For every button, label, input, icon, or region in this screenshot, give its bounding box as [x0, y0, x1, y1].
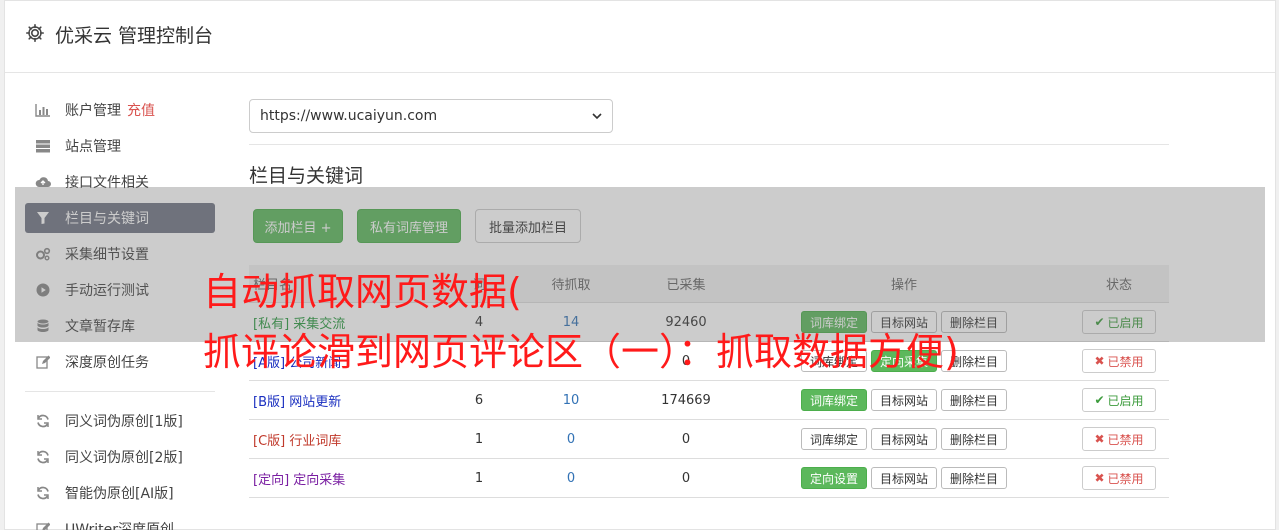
sidebar-item-label: 智能伪原创[AI版]	[65, 486, 174, 502]
sidebar-item-label: 账户管理	[65, 103, 121, 119]
column-name-link[interactable]: [C版] 行业词库	[249, 430, 449, 449]
column-name-link[interactable]: [定向] 定向采集	[249, 469, 449, 488]
delete-column-button[interactable]: 删除栏目	[941, 389, 1008, 411]
status-toggle[interactable]: ✔ 已启用	[1082, 388, 1156, 412]
kw-count: 1	[474, 431, 484, 447]
sidebar-item-label: 站点管理	[65, 139, 121, 155]
site-select[interactable]: https://www.ucaiyun.com	[249, 99, 613, 133]
delete-column-button[interactable]: 删除栏目	[941, 428, 1008, 450]
sidebar-item-synonym-v2[interactable]: 同义词伪原创[2版]	[25, 442, 215, 472]
sidebar-item-account[interactable]: 账户管理 充值	[25, 95, 215, 125]
close-icon: ✖	[1094, 432, 1105, 446]
column-name-link[interactable]: [B版] 网站更新	[249, 391, 449, 410]
status-label: 已启用	[1107, 393, 1144, 408]
sidebar-item-sites[interactable]: 站点管理	[25, 131, 215, 161]
bind-lexicon-button[interactable]: 词库绑定	[800, 389, 867, 411]
table-row: [C版] 行业词库 1 0 0 词库绑定 目标网站 删除栏目 ✖ 已禁用	[249, 420, 1169, 459]
check-icon: ✔	[1094, 393, 1105, 407]
close-icon: ✖	[1094, 354, 1105, 368]
status-toggle[interactable]: ✖ 已禁用	[1082, 427, 1156, 451]
table-row: [B版] 网站更新 6 10 174669 词库绑定 目标网站 删除栏目 ✔ 已启…	[249, 381, 1169, 420]
table-row: [定向] 定向采集 1 0 0 定向设置 目标网站 删除栏目 ✖ 已禁用	[249, 459, 1169, 498]
sidebar-item-synonym-v1[interactable]: 同义词伪原创[1版]	[25, 406, 215, 436]
sidebar-item-label: 同义词伪原创[2版]	[65, 450, 183, 466]
target-site-button[interactable]: 目标网站	[870, 467, 937, 489]
wait-count[interactable]: 0	[509, 432, 633, 447]
section-title: 栏目与关键词	[249, 165, 364, 187]
close-icon: ✖	[1094, 471, 1105, 485]
done-count: 0	[681, 470, 691, 486]
page-header: 优采云 管理控制台	[5, 1, 1275, 73]
divider	[249, 144, 1169, 145]
wait-count[interactable]: 10	[509, 393, 633, 408]
chevron-down-icon	[592, 108, 602, 124]
bar-chart-icon	[35, 102, 51, 118]
status-toggle[interactable]: ✖ 已禁用	[1082, 466, 1156, 490]
done-count: 174669	[661, 392, 711, 408]
status-label: 已禁用	[1107, 354, 1144, 369]
status-label: 已禁用	[1107, 471, 1144, 486]
caption-line-2: 抓评论滑到网页评论区（一）：抓取数据方便)	[203, 330, 959, 374]
row-actions: 定向设置 目标网站 删除栏目	[739, 467, 1069, 489]
sidebar-item-label: 深度原创任务	[65, 355, 149, 371]
kw-count: 1	[474, 470, 484, 486]
status-toggle[interactable]: ✖ 已禁用	[1082, 349, 1156, 373]
sidebar-divider	[25, 391, 215, 392]
server-icon	[35, 138, 51, 154]
refresh-icon	[35, 485, 51, 501]
recharge-link[interactable]: 充值	[127, 100, 155, 120]
directed-settings-button[interactable]: 定向设置	[800, 467, 867, 489]
edit-icon	[35, 354, 51, 370]
caption-line-1: 自动抓取网页数据(	[203, 270, 522, 314]
page-title: 优采云 管理控制台	[55, 25, 214, 47]
row-actions: 词库绑定 目标网站 删除栏目	[739, 389, 1069, 411]
sidebar-item-label: UWriter深度原创	[65, 522, 174, 530]
done-count: 0	[681, 431, 691, 447]
gear-icon	[25, 23, 45, 43]
status-label: 已禁用	[1107, 432, 1144, 447]
row-actions: 词库绑定 目标网站 删除栏目	[739, 428, 1069, 450]
target-site-button[interactable]: 目标网站	[870, 428, 937, 450]
target-site-button[interactable]: 目标网站	[870, 389, 937, 411]
kw-count: 6	[474, 392, 484, 408]
bind-lexicon-button[interactable]: 词库绑定	[800, 428, 867, 450]
sidebar-item-uwriter[interactable]: UWriter深度原创	[25, 514, 215, 530]
wait-count[interactable]: 0	[509, 471, 633, 486]
site-select-value: https://www.ucaiyun.com	[260, 108, 438, 124]
sidebar-item-label: 同义词伪原创[1版]	[65, 414, 183, 430]
edit-icon	[35, 521, 51, 530]
refresh-icon	[35, 413, 51, 429]
sidebar-item-deep-original[interactable]: 深度原创任务	[25, 347, 215, 377]
delete-column-button[interactable]: 删除栏目	[941, 467, 1008, 489]
refresh-icon	[35, 449, 51, 465]
sidebar-item-ai-original[interactable]: 智能伪原创[AI版]	[25, 478, 215, 508]
